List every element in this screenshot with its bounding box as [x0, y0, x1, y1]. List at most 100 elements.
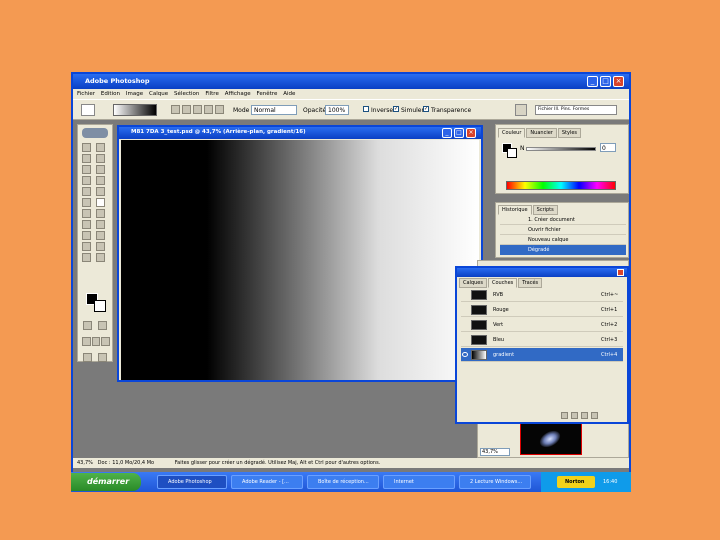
taskbar-item[interactable]: Adobe Photoshop [157, 475, 227, 489]
screen-mode-standard-icon[interactable] [82, 337, 91, 346]
minimize-button[interactable]: _ [587, 76, 598, 87]
gradient-tool-icon[interactable] [96, 198, 105, 207]
background-color-swatch[interactable] [94, 300, 106, 312]
diamond-gradient-icon[interactable] [215, 105, 224, 114]
taskbar-item[interactable]: 2 Lecture Windows... [459, 475, 531, 489]
menu-window[interactable]: Fenêtre [257, 89, 278, 99]
simulate-label: Simuler [401, 107, 424, 114]
eraser-tool-icon[interactable] [82, 198, 91, 207]
tab-history[interactable]: Historique [498, 205, 532, 215]
simulate-checkbox[interactable]: ✓ [393, 106, 399, 112]
screen-mode-full-icon[interactable] [101, 337, 111, 346]
clone-stamp-icon[interactable] [82, 187, 91, 196]
quick-mask-icon[interactable] [98, 321, 107, 330]
zoom-tool-icon[interactable] [96, 253, 105, 262]
channel-row[interactable]: Vert Ctrl+2 [461, 318, 623, 332]
dodge-tool-icon[interactable] [96, 209, 105, 218]
menu-layer[interactable]: Calque [149, 89, 168, 99]
channel-row[interactable]: Bleu Ctrl+3 [461, 333, 623, 347]
menu-help[interactable]: Aide [283, 89, 295, 99]
eyedropper-icon[interactable] [96, 242, 105, 251]
start-button[interactable]: démarrer [71, 473, 141, 491]
tab-paths[interactable]: Tracés [518, 278, 543, 288]
screen-mode-full-menu-icon[interactable] [91, 337, 101, 346]
history-item-label: Dégradé [528, 247, 550, 253]
standard-mode-icon[interactable] [83, 321, 92, 330]
doc-close-button[interactable]: × [466, 128, 476, 138]
edit-in-icon[interactable] [98, 353, 107, 362]
close-button[interactable]: × [613, 76, 624, 87]
brush-tool-icon[interactable] [96, 176, 105, 185]
adobe-feather-icon[interactable] [82, 128, 108, 138]
healing-brush-icon[interactable] [82, 176, 91, 185]
maximize-button[interactable]: □ [600, 76, 611, 87]
tool-preset-icon[interactable] [81, 104, 95, 116]
angle-gradient-icon[interactable] [193, 105, 202, 114]
linear-gradient-icon[interactable] [171, 105, 180, 114]
reflected-gradient-icon[interactable] [204, 105, 213, 114]
inverse-checkbox[interactable] [363, 106, 369, 112]
image-canvas[interactable] [121, 140, 479, 380]
color-slider[interactable] [526, 147, 596, 151]
print-icon[interactable] [515, 104, 527, 116]
channel-row-selected[interactable]: gradient Ctrl+4 [461, 348, 623, 362]
opacity-field[interactable]: 100% [325, 105, 349, 115]
tab-color[interactable]: Couleur [498, 128, 526, 138]
doc-maximize-button[interactable]: □ [454, 128, 464, 138]
navigator-thumbnail[interactable] [520, 423, 582, 455]
move-tool-icon[interactable] [96, 143, 105, 152]
blur-tool-icon[interactable] [82, 209, 91, 218]
tab-swatches[interactable]: Nuancier [526, 128, 557, 138]
workspace-bin[interactable]: Fichier Ill. Pins. Formes [535, 105, 617, 115]
menu-edit[interactable]: Edition [101, 89, 120, 99]
history-brush-icon[interactable] [96, 187, 105, 196]
taskbar-item[interactable]: Internet [383, 475, 455, 489]
color-ramp[interactable] [506, 181, 616, 190]
crop-tool-icon[interactable] [82, 165, 91, 174]
visibility-eye-icon[interactable] [462, 352, 468, 357]
history-item-selected[interactable]: Dégradé [500, 245, 626, 255]
menu-view[interactable]: Affichage [225, 89, 251, 99]
doc-minimize-button[interactable]: _ [442, 128, 452, 138]
marquee-tool-icon[interactable] [82, 143, 91, 152]
menu-image[interactable]: Image [126, 89, 143, 99]
history-item[interactable]: 1. Créer document [500, 215, 626, 225]
taskbar-item[interactable]: Adobe Reader - [... [231, 475, 303, 489]
panel-close-button[interactable] [617, 269, 624, 276]
history-item[interactable]: Nouveau calque [500, 235, 626, 245]
transparency-checkbox[interactable]: ✓ [423, 106, 429, 112]
menu-filter[interactable]: Filtre [205, 89, 219, 99]
color-value-field[interactable]: 0 [600, 143, 616, 152]
tab-actions[interactable]: Scripts [532, 205, 558, 215]
jump-to-imageready-icon[interactable] [83, 353, 92, 362]
tab-styles[interactable]: Styles [557, 128, 582, 138]
norton-notification[interactable]: Norton [557, 476, 595, 488]
taskbar-item[interactable]: Boîte de réception... [307, 475, 379, 489]
tab-layers[interactable]: Calques [459, 278, 487, 288]
lasso-tool-icon[interactable] [82, 154, 91, 163]
magic-wand-icon[interactable] [96, 154, 105, 163]
tab-channels[interactable]: Couches [487, 278, 518, 288]
mode-select[interactable]: Normal [251, 105, 297, 115]
navigator-zoom-field[interactable]: 43,7% [480, 448, 510, 456]
gradient-picker[interactable] [113, 104, 157, 116]
save-selection-icon[interactable] [571, 412, 578, 419]
pen-tool-icon[interactable] [82, 231, 91, 240]
menu-file[interactable]: Fichier [77, 89, 95, 99]
load-selection-icon[interactable] [561, 412, 568, 419]
slice-tool-icon[interactable] [96, 165, 105, 174]
color-bg-swatch[interactable] [507, 148, 517, 158]
channel-row[interactable]: Rouge Ctrl+1 [461, 303, 623, 317]
hand-tool-icon[interactable] [82, 253, 91, 262]
path-selection-icon[interactable] [82, 220, 91, 229]
radial-gradient-icon[interactable] [182, 105, 191, 114]
shape-tool-icon[interactable] [96, 231, 105, 240]
history-item[interactable]: Ouvrir fichier [500, 225, 626, 235]
menu-select[interactable]: Sélection [174, 89, 199, 99]
trash-icon[interactable] [591, 412, 598, 419]
new-channel-icon[interactable] [581, 412, 588, 419]
channel-row[interactable]: RVB Ctrl+~ [461, 288, 623, 302]
notes-tool-icon[interactable] [82, 242, 91, 251]
navigator-zoom-value: 43,7% [482, 449, 498, 455]
type-tool-icon[interactable] [96, 220, 105, 229]
